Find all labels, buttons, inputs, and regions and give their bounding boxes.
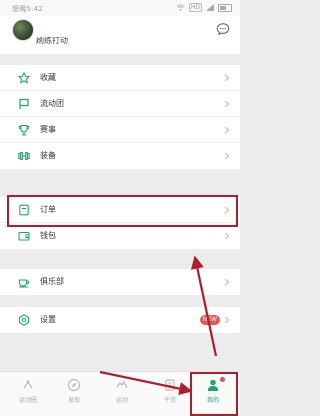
tab-label: 干货 [163, 397, 176, 404]
chevron-right-icon [224, 232, 230, 240]
moments-icon [23, 380, 33, 389]
chevron-right-icon [224, 74, 230, 82]
tab-label: 运动圈 [18, 397, 37, 404]
flag-icon [19, 98, 29, 109]
signal-icon [206, 4, 214, 11]
tab-discover[interactable]: 发现 [54, 378, 94, 404]
tab-label: 我的 [206, 397, 219, 404]
person-icon [207, 379, 219, 391]
chevron-right-icon [224, 152, 230, 160]
coffee-cup-icon [18, 279, 30, 288]
running-shoe-icon [116, 380, 128, 389]
menu-group-3: 俱乐部 [0, 269, 240, 295]
menu-item-label: 钱包 [40, 231, 56, 240]
settings-icon [18, 314, 30, 326]
tab-plan[interactable]: 干货 [150, 378, 190, 404]
compass-icon [67, 378, 81, 392]
menu-item-label: 装备 [40, 151, 56, 160]
new-badge: NEW [199, 315, 220, 325]
menu-item-equipment[interactable]: 装备 [0, 143, 240, 169]
chevron-right-icon [224, 278, 230, 286]
menu-item-label: 设置 [40, 315, 56, 324]
dumbbell-icon [18, 152, 30, 160]
wifi-icon [176, 4, 185, 11]
notification-dot [220, 377, 225, 382]
order-document-icon [19, 204, 29, 216]
battery-icon [218, 3, 232, 12]
menu-group-1: 收藏 流动团 赛事 装备 [0, 65, 240, 169]
menu-item-orders[interactable]: 订单 [0, 197, 240, 223]
menu-group-4: 设置 NEW [0, 307, 240, 333]
menu-item-wallet[interactable]: 钱包 [0, 223, 240, 249]
tab-moments[interactable]: 运动圈 [8, 378, 48, 404]
chevron-right-icon [224, 206, 230, 214]
menu-item-running-group[interactable]: 流动团 [0, 91, 240, 117]
tab-label: 发现 [67, 397, 80, 404]
menu-item-label: 俱乐部 [40, 277, 64, 286]
username: 刷练打动 [36, 37, 68, 45]
menu-item-label: 收藏 [40, 73, 56, 82]
article-icon [165, 379, 175, 391]
menu-item-label: 流动团 [40, 99, 64, 108]
status-bar: 傍晚5:42 HD [0, 0, 240, 16]
menu-item-club[interactable]: 俱乐部 [0, 269, 240, 295]
bottom-tab-bar: 运动圈 发现 运动 干货 我的 [0, 371, 240, 416]
chevron-right-icon [224, 316, 230, 324]
wallet-icon [18, 231, 30, 241]
star-icon [18, 72, 30, 84]
menu-item-settings[interactable]: 设置 NEW [0, 307, 240, 333]
tab-label: 运动 [115, 397, 128, 404]
status-time: 傍晚5:42 [12, 5, 43, 13]
tab-sport[interactable]: 运动 [102, 378, 142, 404]
profile-header[interactable]: 刷练打动 [0, 16, 240, 54]
chevron-right-icon [224, 100, 230, 108]
hd-indicator: HD [188, 3, 202, 12]
menu-item-favorites[interactable]: 收藏 [0, 65, 240, 91]
menu-item-events[interactable]: 赛事 [0, 117, 240, 143]
trophy-icon [18, 124, 30, 136]
tab-mine[interactable]: 我的 [193, 377, 233, 404]
avatar[interactable] [12, 19, 34, 41]
menu-group-2: 订单 钱包 [0, 197, 240, 249]
chevron-right-icon [224, 126, 230, 134]
message-icon[interactable] [216, 22, 230, 36]
menu-item-label: 赛事 [40, 125, 56, 134]
menu-item-label: 订单 [40, 205, 56, 214]
